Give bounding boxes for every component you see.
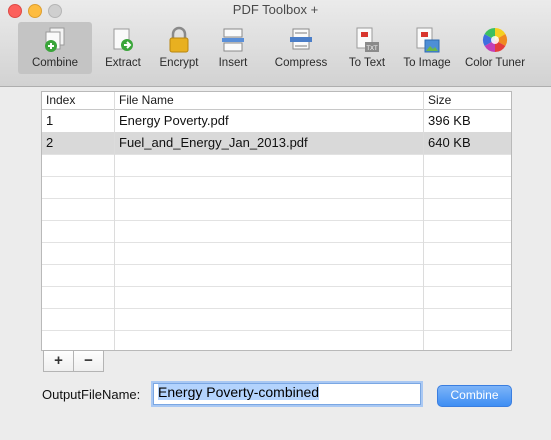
cell-file-name: Energy Poverty.pdf — [119, 113, 229, 128]
empty-row — [42, 242, 511, 265]
toolbar-insert[interactable]: Insert — [211, 22, 255, 74]
column-header-file-name[interactable]: File Name — [119, 93, 174, 107]
add-remove-control: + − — [43, 350, 104, 372]
compress-icon — [290, 28, 312, 50]
cell-file-name: Fuel_and_Energy_Jan_2013.pdf — [119, 135, 308, 150]
combine-icon — [45, 27, 65, 52]
to-image-icon — [416, 27, 440, 53]
table-row[interactable]: 1 Energy Poverty.pdf 396 KB — [42, 110, 511, 133]
cell-size: 396 KB — [428, 113, 471, 128]
toolbar-label: Combine — [31, 57, 79, 69]
empty-row — [42, 286, 511, 309]
table-header: Index File Name Size — [42, 92, 511, 110]
file-table[interactable]: Index File Name Size 1 Energy Poverty.pd… — [41, 91, 512, 351]
toolbar-label: Compress — [274, 57, 328, 69]
combine-button[interactable]: Combine — [437, 385, 512, 407]
insert-icon — [222, 28, 244, 52]
toolbar-label: Color Tuner — [464, 57, 526, 69]
empty-row — [42, 154, 511, 177]
output-filename-input[interactable]: Energy Poverty-combined — [153, 383, 421, 405]
empty-row — [42, 220, 511, 243]
toolbar-label: To Text — [348, 57, 386, 69]
toolbar-label: To Image — [403, 57, 451, 69]
empty-row — [42, 264, 511, 287]
column-header-size[interactable]: Size — [428, 93, 451, 107]
empty-row — [42, 330, 511, 350]
to-text-icon: TXT — [356, 27, 379, 52]
toolbar-label: Insert — [218, 57, 248, 69]
remove-file-button[interactable]: − — [74, 350, 104, 372]
lock-icon — [169, 26, 189, 53]
table-row[interactable]: 2 Fuel_and_Energy_Jan_2013.pdf 640 KB — [42, 132, 511, 155]
column-header-index[interactable]: Index — [46, 93, 75, 107]
color-wheel-icon — [482, 27, 508, 52]
toolbar-label: Extract — [105, 57, 141, 69]
toolbar-color-tuner[interactable]: Color Tuner — [463, 22, 527, 74]
extract-icon — [113, 28, 133, 51]
svg-text:TXT: TXT — [366, 46, 378, 52]
toolbar-compress[interactable]: Compress — [270, 22, 332, 74]
toolbar-extract[interactable]: Extract — [97, 22, 149, 74]
toolbar-to-text[interactable]: TXT To Text — [343, 22, 391, 74]
output-filename-value: Energy Poverty-combined — [158, 384, 320, 400]
toolbar-combine[interactable]: Combine — [18, 22, 92, 74]
add-file-button[interactable]: + — [43, 350, 74, 372]
cell-index: 2 — [46, 135, 54, 150]
empty-row — [42, 176, 511, 199]
column-divider — [423, 92, 424, 350]
toolbar-to-image[interactable]: To Image — [399, 22, 455, 74]
toolbar-label: Encrypt — [159, 57, 199, 69]
empty-row — [42, 198, 511, 221]
toolbar: Combine Extract Encrypt Insert Compress … — [0, 20, 551, 76]
cell-index: 1 — [46, 113, 54, 128]
empty-row — [42, 308, 511, 331]
cell-size: 640 KB — [428, 135, 471, 150]
output-filename-label: OutputFileName: — [42, 387, 141, 402]
app-window: PDF Toolbox + Combine Extract Encrypt In… — [0, 0, 551, 440]
column-divider — [114, 92, 115, 350]
titlebar: PDF Toolbox + Combine Extract Encrypt In… — [0, 0, 551, 87]
window-title: PDF Toolbox + — [232, 2, 319, 17]
toolbar-encrypt[interactable]: Encrypt — [153, 22, 205, 74]
